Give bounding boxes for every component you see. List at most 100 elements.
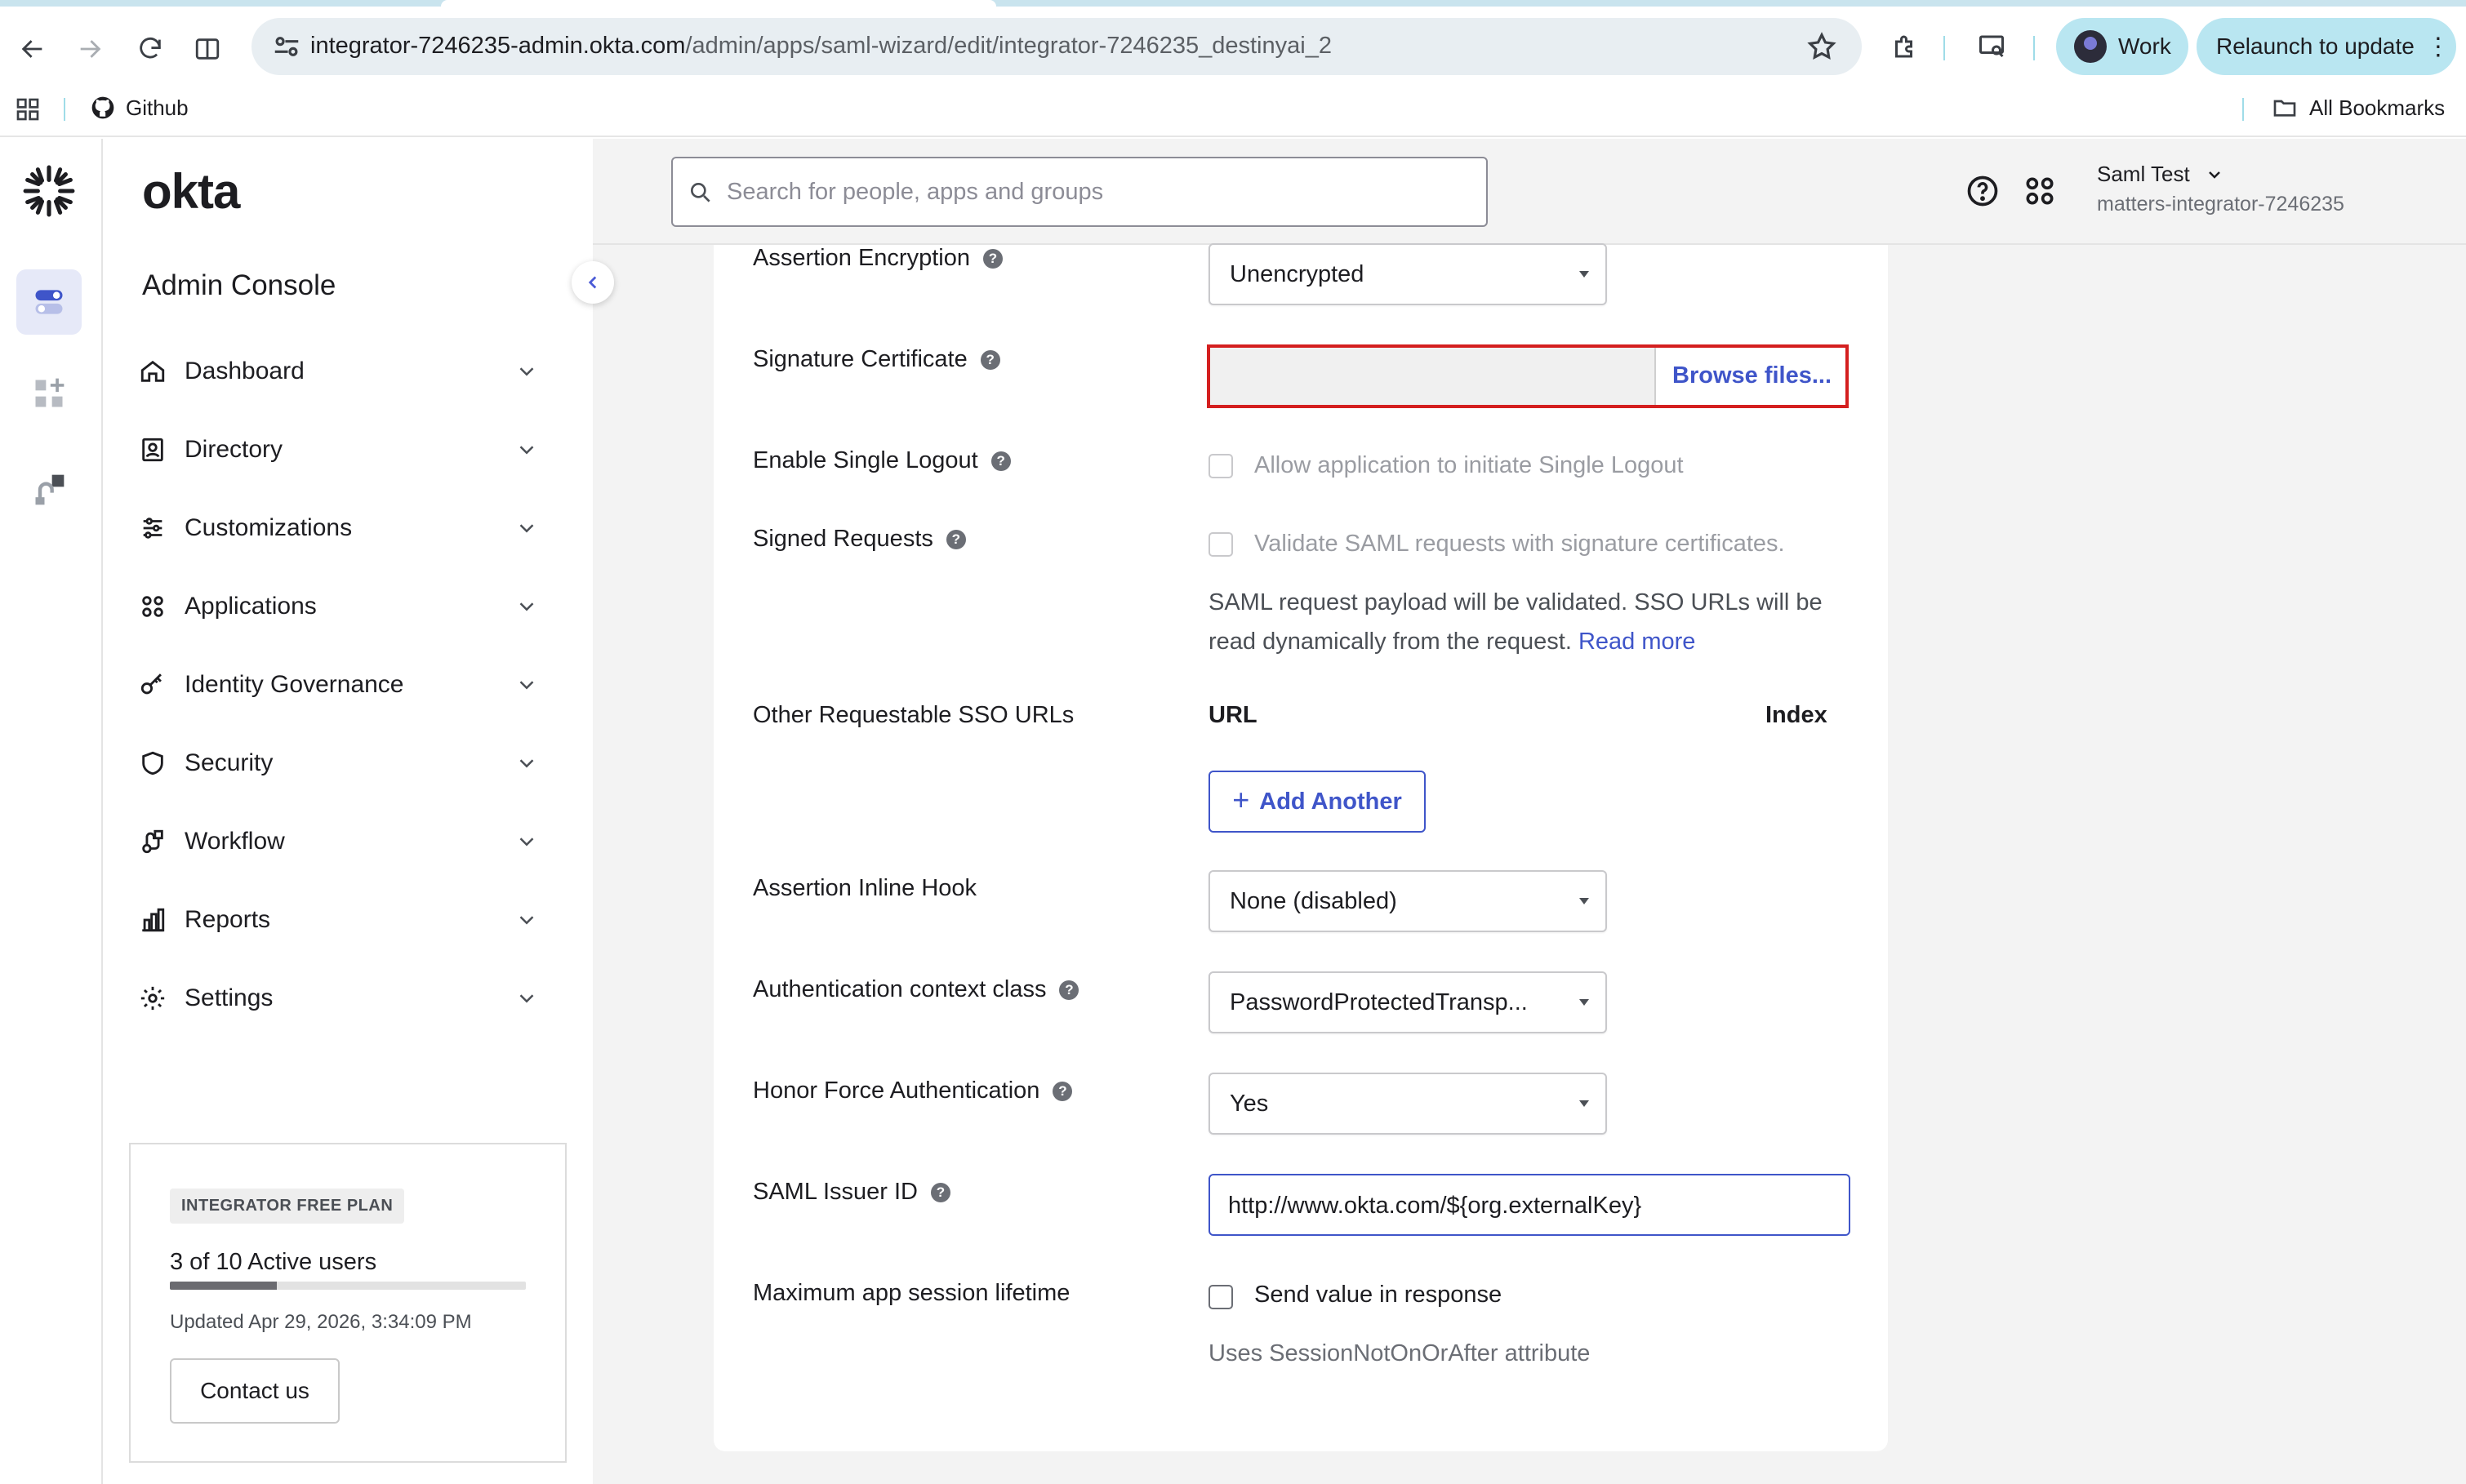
- help-icon[interactable]: [1965, 173, 2001, 209]
- shield-icon: [142, 751, 163, 775]
- sidebar-item-identity-governance[interactable]: Identity Governance: [139, 656, 572, 713]
- bookmarks-divider: [64, 98, 65, 121]
- all-bookmarks-button[interactable]: All Bookmarks: [2272, 95, 2445, 121]
- sidebar-item-applications[interactable]: Applications: [139, 578, 572, 635]
- signed-requests-checkbox-label: Validate SAML requests with signature ce…: [1254, 531, 1785, 557]
- send-value-checkbox[interactable]: [1209, 1285, 1233, 1309]
- help-icon[interactable]: ?: [946, 529, 966, 549]
- bookmarks-divider: [2242, 98, 2244, 121]
- sidebar-item-label: Dashboard: [185, 358, 305, 384]
- forward-button[interactable]: [65, 24, 114, 73]
- arrow-left-icon: [21, 40, 42, 58]
- browser-toolbar: integrator-7246235-admin.okta.com/admin/…: [0, 7, 2466, 82]
- plan-updated-timestamp: Updated Apr 29, 2026, 3:34:09 PM: [170, 1311, 472, 1333]
- extensions-button[interactable]: [1886, 28, 1924, 65]
- chevron-down-icon: [519, 367, 534, 376]
- issuer-id-input[interactable]: [1228, 1185, 1832, 1226]
- force-auth-select[interactable]: Yes: [1209, 1073, 1607, 1135]
- issuer-id-label: SAML Issuer ID?: [753, 1179, 950, 1206]
- single-logout-checkbox[interactable]: [1209, 454, 1233, 478]
- sidebar-item-security[interactable]: Security: [139, 735, 572, 792]
- address-bar[interactable]: integrator-7246235-admin.okta.com/admin/…: [251, 18, 1862, 75]
- split-view-button[interactable]: [183, 24, 232, 73]
- org-name: matters-integrator-7246235: [2097, 193, 2344, 215]
- user-menu[interactable]: Saml Test: [2097, 162, 2224, 187]
- admin-sidebar: okta Admin Console Dashboard Directory C…: [103, 139, 593, 1484]
- bookmark-star-icon[interactable]: [1806, 31, 1837, 62]
- reload-icon: [140, 38, 161, 59]
- caret-down-icon: [1579, 271, 1589, 278]
- sidebar-item-reports[interactable]: Reports: [139, 891, 572, 949]
- okta-logo[interactable]: okta: [142, 163, 240, 220]
- sidebar-item-customizations[interactable]: Customizations: [139, 500, 572, 557]
- key-icon: [140, 673, 162, 695]
- chevron-down-icon: [519, 681, 534, 690]
- url-path: /admin/apps/saml-wizard/edit/integrator-…: [685, 33, 1332, 59]
- auth-context-label: Authentication context class?: [753, 976, 1079, 1003]
- signed-requests-checkbox[interactable]: [1209, 532, 1233, 557]
- search-input[interactable]: [727, 171, 1462, 212]
- customize-icon: [143, 518, 162, 539]
- inline-hook-select[interactable]: None (disabled): [1209, 870, 1607, 932]
- rail-workflows[interactable]: [16, 457, 82, 522]
- assertion-encryption-select[interactable]: Unencrypted: [1209, 243, 1607, 305]
- apps-grid-icon[interactable]: [15, 96, 41, 122]
- issuer-id-field[interactable]: [1209, 1174, 1850, 1236]
- add-another-button[interactable]: + Add Another: [1209, 771, 1426, 833]
- app-rail: [0, 139, 103, 1484]
- users-progress-fill: [170, 1282, 277, 1290]
- rail-add-apps[interactable]: [16, 361, 82, 426]
- bar-chart-icon: [142, 908, 165, 932]
- collapse-sidebar-button[interactable]: [572, 261, 614, 304]
- folder-icon: [2273, 100, 2296, 117]
- url-host: integrator-7246235-admin.okta.com: [310, 33, 686, 59]
- toggle-icon: [35, 290, 63, 314]
- file-path-field[interactable]: [1210, 348, 1656, 405]
- chevron-down-icon: [519, 759, 534, 768]
- sidebar-item-dashboard[interactable]: Dashboard: [139, 343, 572, 400]
- help-icon[interactable]: ?: [1053, 1081, 1073, 1101]
- other-sso-urls-label: Other Requestable SSO URLs: [753, 702, 1074, 729]
- sidebar-item-label: Settings: [185, 984, 274, 1011]
- profile-button[interactable]: Work: [2056, 18, 2188, 75]
- profile-avatar: [2074, 30, 2107, 63]
- help-icon[interactable]: ?: [930, 1182, 950, 1202]
- okta-sunburst-logo[interactable]: [21, 163, 77, 219]
- plan-card: INTEGRATOR FREE PLAN 3 of 10 Active user…: [129, 1143, 567, 1463]
- auth-context-select[interactable]: PasswordProtectedTransp...: [1209, 971, 1607, 1033]
- help-icon[interactable]: ?: [982, 248, 1003, 269]
- back-button[interactable]: [8, 24, 57, 73]
- session-lifetime-hint: Uses SessionNotOnOrAfter attribute: [1209, 1340, 1591, 1366]
- cast-search-button[interactable]: [1973, 28, 2010, 65]
- select-value: PasswordProtectedTransp...: [1230, 989, 1528, 1015]
- field-label: Signature Certificate: [753, 346, 968, 372]
- top-header: Saml Test matters-integrator-7246235: [593, 139, 2466, 245]
- contact-us-button[interactable]: Contact us: [170, 1358, 340, 1424]
- url-text: integrator-7246235-admin.okta.com/admin/…: [310, 33, 1332, 60]
- relaunch-button[interactable]: Relaunch to update ⋮: [2197, 18, 2456, 75]
- add-another-label: Add Another: [1259, 788, 1402, 815]
- signed-requests-description: SAML request payload will be validated. …: [1209, 583, 1862, 661]
- site-info-icon[interactable]: [271, 31, 302, 62]
- help-icon[interactable]: ?: [990, 451, 1011, 471]
- global-search[interactable]: [671, 157, 1488, 227]
- session-lifetime-label: Maximum app session lifetime: [753, 1280, 1070, 1307]
- chevron-down-icon: [519, 524, 534, 533]
- saml-settings-card: Assertion Encryption? Unencrypted Signat…: [714, 243, 1888, 1451]
- browse-files-button[interactable]: Browse files...: [1672, 362, 1832, 389]
- sidebar-item-label: Workflow: [185, 828, 285, 855]
- certificate-file-picker[interactable]: Browse files...: [1207, 344, 1849, 408]
- sidebar-item-settings[interactable]: Settings: [139, 970, 572, 1027]
- active-tab[interactable]: [441, 0, 996, 7]
- app-switcher-icon[interactable]: [2022, 173, 2058, 209]
- reload-button[interactable]: [126, 24, 175, 73]
- workflow-icon: [142, 829, 163, 854]
- bookmark-github[interactable]: Github: [90, 95, 189, 121]
- sidebar-item-label: Directory: [185, 436, 283, 463]
- rail-admin-toggle[interactable]: [16, 269, 82, 335]
- sidebar-item-directory[interactable]: Directory: [139, 421, 572, 478]
- sidebar-item-workflow[interactable]: Workflow: [139, 813, 572, 870]
- help-icon[interactable]: ?: [980, 349, 1000, 370]
- read-more-link[interactable]: Read more: [1578, 629, 1695, 655]
- help-icon[interactable]: ?: [1059, 980, 1079, 1000]
